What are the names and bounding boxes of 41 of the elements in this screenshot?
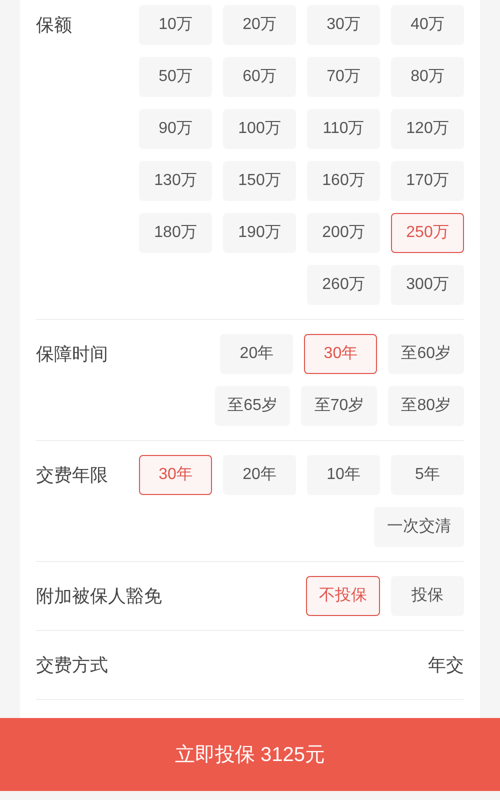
option-button[interactable]: 一次交清: [374, 507, 464, 547]
option-button[interactable]: 90万: [139, 109, 212, 149]
option-button[interactable]: 5年: [391, 455, 464, 495]
option-button[interactable]: 投保: [391, 576, 464, 616]
option-button[interactable]: 不投保: [306, 576, 380, 616]
field-label: 保额: [36, 14, 72, 37]
option-button[interactable]: 70万: [307, 57, 380, 97]
field-label: 附加被保人豁免: [36, 585, 162, 608]
option-button[interactable]: 80万: [391, 57, 464, 97]
option-button[interactable]: 30年: [304, 334, 378, 374]
option-button[interactable]: 60万: [223, 57, 296, 97]
option-button[interactable]: 至60岁: [388, 334, 464, 374]
option-button[interactable]: 110万: [307, 109, 380, 149]
option-button[interactable]: 150万: [223, 161, 296, 201]
option-button[interactable]: 200万: [307, 213, 380, 253]
option-button[interactable]: 260万: [307, 265, 380, 305]
option-button[interactable]: 至70岁: [301, 386, 378, 426]
option-button[interactable]: 50万: [139, 57, 212, 97]
field-label: 交费方式: [36, 654, 108, 677]
option-button[interactable]: 10年: [307, 455, 380, 495]
option-button[interactable]: 160万: [307, 161, 380, 201]
option-button[interactable]: 10万: [139, 5, 212, 45]
option-button[interactable]: 190万: [223, 213, 296, 253]
option-button[interactable]: 170万: [391, 161, 464, 201]
field-label: 交费年限: [36, 464, 108, 487]
option-button[interactable]: 300万: [391, 265, 464, 305]
option-button[interactable]: 20年: [223, 455, 296, 495]
option-button[interactable]: 至80岁: [388, 386, 464, 426]
option-button[interactable]: 100万: [223, 109, 296, 149]
option-button[interactable]: 30年: [139, 455, 212, 495]
option-button[interactable]: 至65岁: [214, 386, 290, 426]
field-value: 年交: [428, 654, 464, 677]
option-button[interactable]: 130万: [139, 161, 212, 201]
option-button[interactable]: 120万: [391, 109, 464, 149]
option-button[interactable]: 40万: [391, 5, 464, 45]
option-button[interactable]: 20年: [220, 334, 294, 374]
option-button[interactable]: 250万: [391, 213, 464, 253]
option-button[interactable]: 180万: [139, 213, 212, 253]
option-button[interactable]: 30万: [307, 5, 380, 45]
option-button[interactable]: 20万: [223, 5, 296, 45]
field-label: 保障时间: [36, 343, 108, 366]
